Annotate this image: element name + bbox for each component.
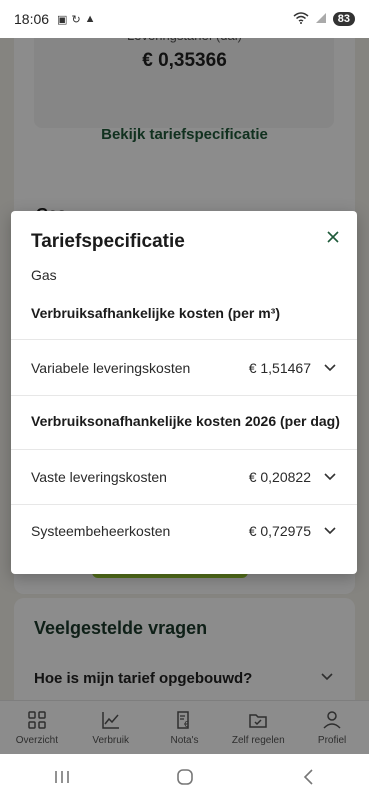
divider	[11, 339, 357, 340]
system-navigation-bar	[0, 754, 369, 800]
tariff-specification-dialog: Tariefspecificatie Gas Verbruiksafhankel…	[11, 211, 357, 574]
section-heading-usage-dependent: Verbruiksafhankelijke kosten (per m³)	[31, 305, 280, 321]
row-value: € 1,51467	[248, 360, 311, 376]
row-vaste-leveringskosten[interactable]: Vaste leveringskosten € 0,20822	[11, 450, 357, 504]
sync-icon: ↻	[71, 13, 81, 26]
status-bar: 18:06 ▣ ↻ ▲ 83	[0, 0, 369, 38]
back-button[interactable]	[278, 762, 338, 792]
divider	[11, 395, 357, 396]
row-value: € 0,20822	[248, 469, 311, 485]
dialog-subtitle: Gas	[31, 267, 57, 283]
chevron-down-icon	[323, 470, 337, 484]
battery-indicator: 83	[332, 12, 355, 26]
row-label: Systeembeheerkosten	[31, 523, 171, 539]
bell-icon: ▲	[84, 13, 96, 25]
home-button[interactable]	[155, 762, 215, 792]
close-button[interactable]	[321, 227, 345, 251]
recent-apps-button[interactable]	[32, 762, 92, 792]
section-heading-usage-independent: Verbruiksonafhankelijke kosten 2026 (per…	[31, 413, 340, 429]
row-label: Vaste leveringskosten	[31, 469, 167, 485]
signal-icon	[315, 12, 327, 27]
close-icon	[327, 230, 339, 248]
dialog-title: Tariefspecificatie	[31, 231, 185, 252]
wifi-icon	[293, 11, 309, 27]
row-value: € 0,72975	[248, 523, 311, 539]
row-systeembeheerkosten[interactable]: Systeembeheerkosten € 0,72975	[11, 504, 357, 558]
clock: 18:06	[14, 11, 50, 27]
row-variabele-leveringskosten[interactable]: Variabele leveringskosten € 1,51467	[11, 341, 357, 395]
chevron-down-icon	[323, 361, 337, 375]
chevron-down-icon	[323, 524, 337, 538]
screenshot-icon: ▣	[57, 13, 68, 26]
row-label: Variabele leveringskosten	[31, 360, 191, 376]
